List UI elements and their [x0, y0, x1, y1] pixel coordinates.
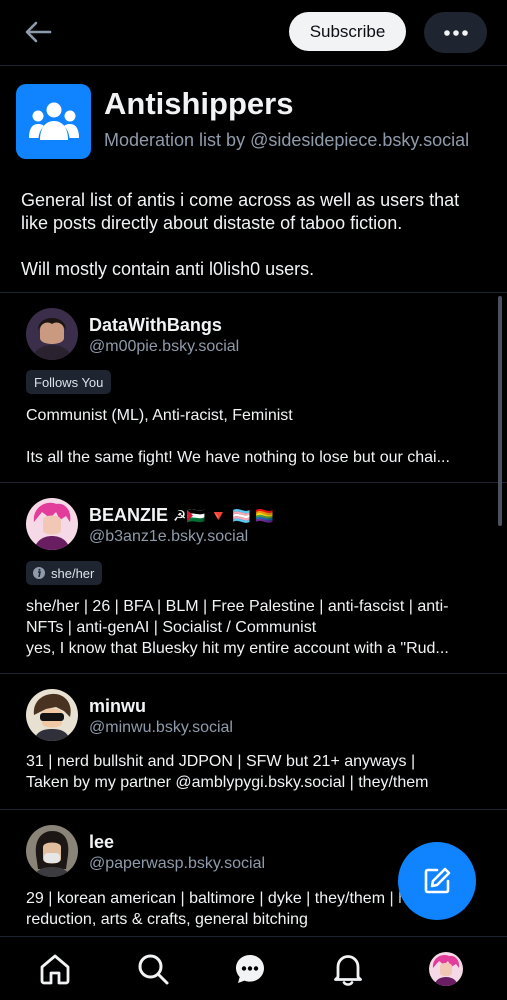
description-paragraph: Will mostly contain anti l0lish0 users.: [21, 259, 315, 279]
avatar[interactable]: [26, 825, 78, 877]
bio-line: Taken by my partner @amblypygi.bsky.soci…: [26, 774, 429, 791]
list-item[interactable]: BEANZIE ☭🇵🇸 🔻 🏳️‍⚧️ 🏳️‍🌈 @b3anz1e.bsky.s…: [0, 483, 507, 673]
scrollbar[interactable]: [498, 296, 502, 526]
description-paragraph: General list of antis i come across as w…: [21, 190, 460, 233]
bell-icon: [334, 955, 362, 986]
more-options-button[interactable]: [424, 12, 487, 53]
arrow-left-icon: [25, 21, 52, 43]
member-bio: Communist (ML), Anti-racist, Feminist It…: [26, 405, 488, 468]
bio-line: NFTs | anti-genAI | Socialist / Communis…: [26, 619, 317, 636]
pronouns-badge: she/her: [26, 561, 103, 585]
subscribe-button[interactable]: Subscribe: [289, 12, 406, 51]
bio-line: [26, 426, 488, 447]
member-handle: @paperwasp.bsky.social: [89, 855, 266, 872]
list-item[interactable]: DataWithBangs @m00pie.bsky.social Follow…: [0, 293, 507, 482]
member-handle: @m00pie.bsky.social: [89, 338, 240, 355]
avatar[interactable]: [26, 689, 78, 741]
member-bio: she/her | 26 | BFA | BLM | Free Palestin…: [26, 596, 488, 659]
top-bar: Subscribe: [0, 0, 507, 66]
member-name: lee: [89, 832, 115, 852]
list-title: Antishippers: [104, 86, 294, 121]
avatar[interactable]: [26, 308, 78, 360]
nav-notifications[interactable]: [330, 951, 366, 987]
nav-search[interactable]: [135, 951, 171, 987]
bio-line: Its all the same fight! We have nothing …: [26, 449, 450, 466]
compose-button[interactable]: [398, 842, 476, 920]
bio-line: Communist (ML), Anti-racist, Feminist: [26, 407, 293, 424]
avatar[interactable]: [26, 498, 78, 550]
bottom-navigation: [0, 936, 507, 1000]
member-name-text: BEANZIE: [89, 505, 169, 525]
nav-chat[interactable]: [232, 951, 268, 987]
list-avatar: [16, 84, 91, 159]
member-handle: @b3anz1e.bsky.social: [89, 528, 249, 545]
ellipsis-icon: [443, 29, 468, 36]
member-bio: 31 | nerd bullshit and JDPON | SFW but 2…: [26, 751, 488, 793]
member-name: BEANZIE ☭🇵🇸 🔻 🏳️‍⚧️ 🏳️‍🌈: [89, 505, 274, 526]
compose-icon: [424, 867, 451, 894]
list-description: General list of antis i come across as w…: [21, 189, 491, 281]
chat-bubble-icon: [236, 955, 264, 983]
follows-you-badge: Follows You: [26, 370, 112, 394]
bio-line: she/her | 26 | BFA | BLM | Free Palestin…: [26, 598, 449, 615]
list-item[interactable]: minwu @minwu.bsky.social 31 | nerd bulls…: [0, 674, 507, 809]
pronouns-text: she/her: [51, 565, 95, 581]
info-icon: [33, 567, 45, 579]
back-button[interactable]: [22, 18, 54, 46]
nav-profile[interactable]: [428, 951, 464, 987]
member-name: DataWithBangs: [89, 315, 222, 335]
home-icon: [40, 954, 70, 985]
name-emoji-flags: ☭🇵🇸 🔻 🏳️‍⚧️ 🏳️‍🌈: [173, 508, 274, 525]
bio-line: 31 | nerd bullshit and JDPON | SFW but 2…: [26, 753, 416, 770]
member-name: minwu: [89, 696, 146, 716]
search-icon: [138, 954, 169, 985]
member-handle: @minwu.bsky.social: [89, 719, 233, 736]
profile-avatar-icon: [429, 952, 463, 986]
list-subtitle[interactable]: Moderation list by @sidesidepiece.bsky.s…: [104, 130, 469, 151]
nav-home[interactable]: [37, 951, 73, 987]
bio-line: yes, I know that Bluesky hit my entire a…: [26, 640, 449, 657]
people-group-icon: [28, 102, 79, 140]
